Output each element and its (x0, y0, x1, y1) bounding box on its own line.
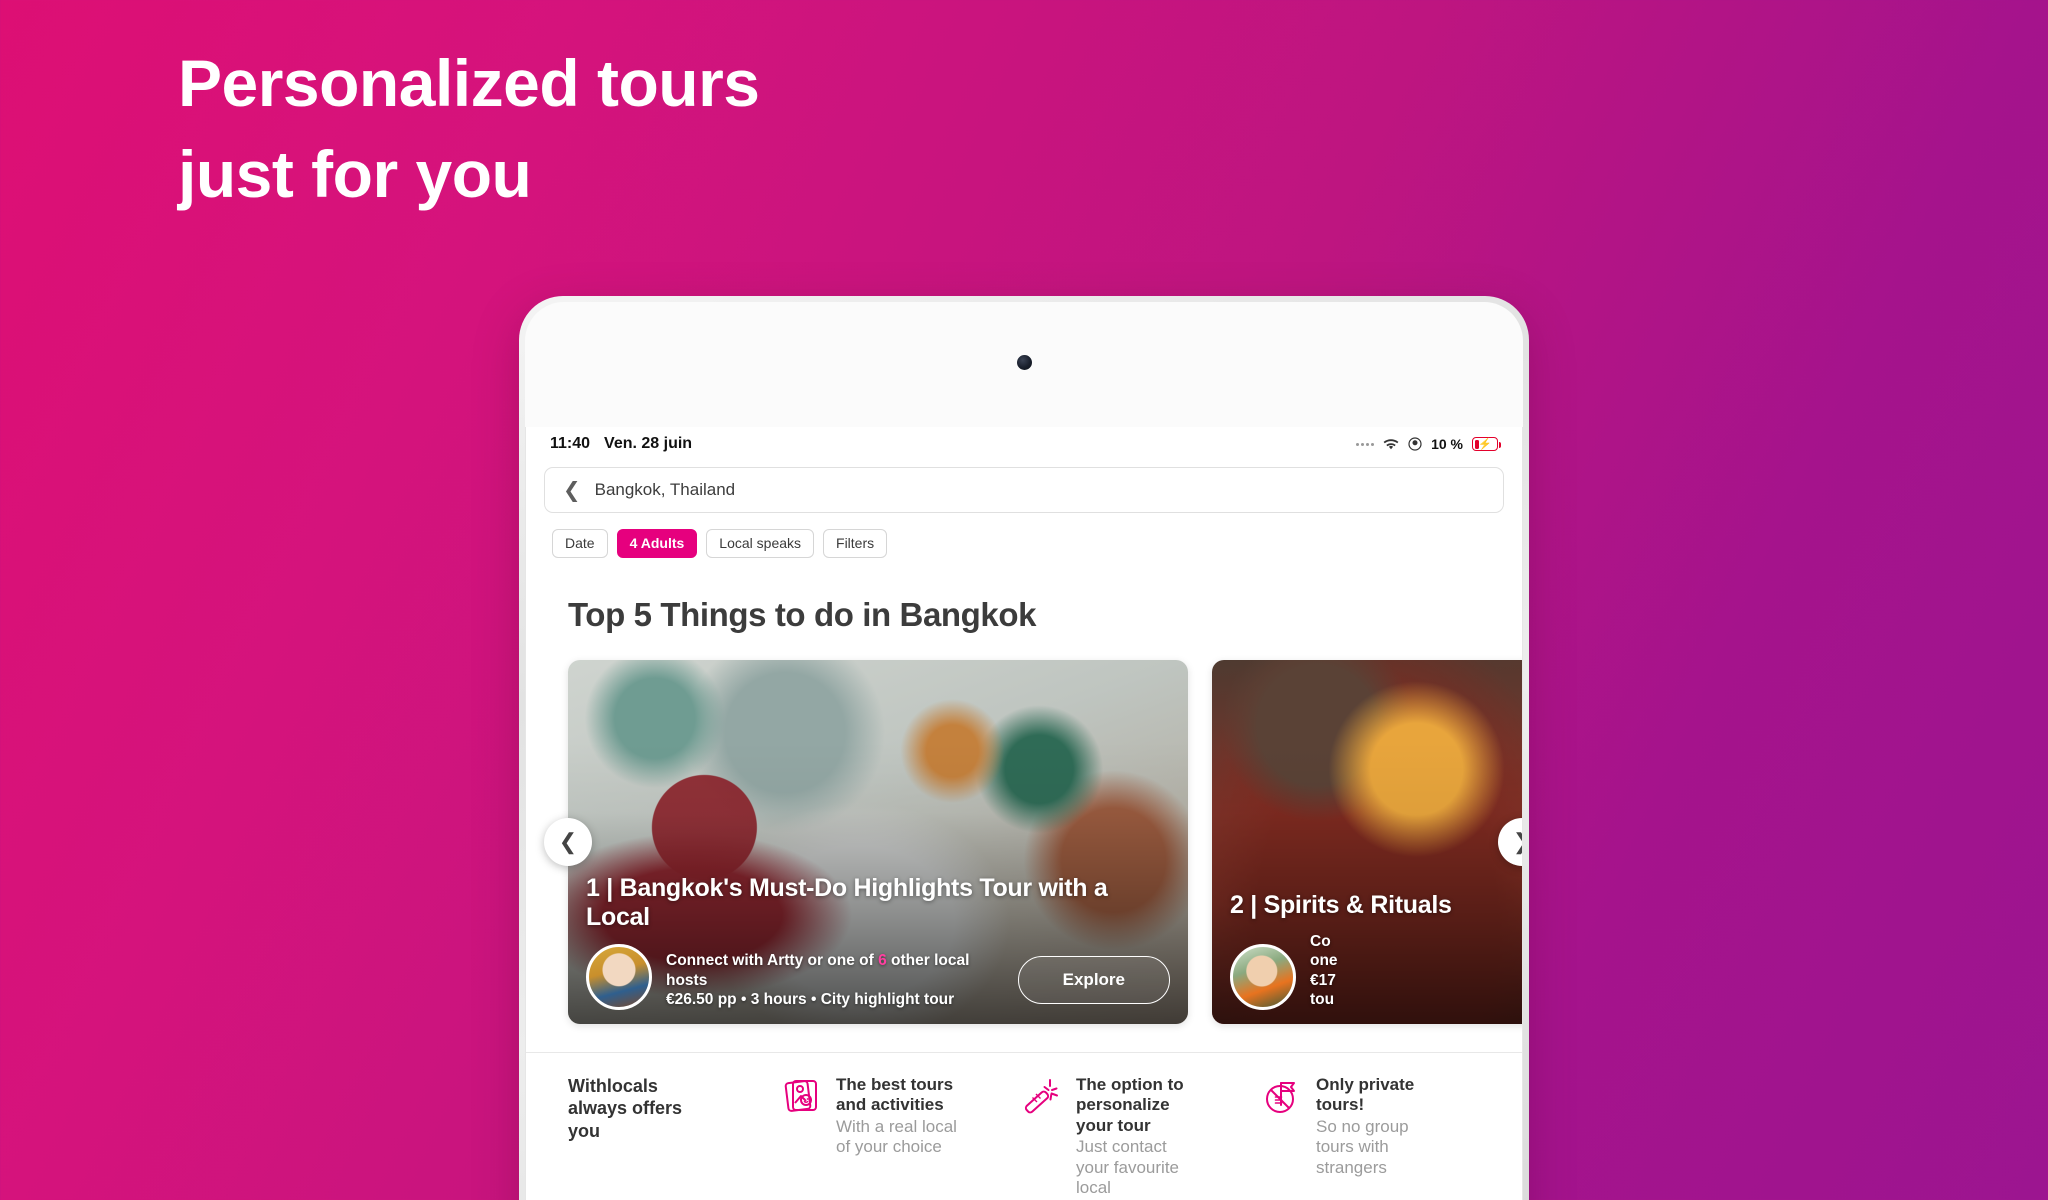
feature-item-personalize: The option to personalize your tour Just… (978, 1075, 1218, 1198)
feature-title: The best tours and activities (836, 1075, 954, 1115)
tour-card-price-meta: €17 (1310, 971, 1336, 989)
search-input[interactable]: ❮ Bangkok, Thailand (544, 467, 1504, 513)
front-camera-icon (1017, 355, 1032, 370)
filter-chip-filters[interactable]: Filters (823, 529, 888, 558)
tour-card-title: 1 | Bangkok's Must-Do Highlights Tour wi… (586, 874, 1108, 931)
tablet-screen-bezel: 11:40 Ven. 28 juin 10 % ⚡ ❮ Bangkok, Tha… (525, 302, 1523, 1200)
feature-title: The option to personalize your tour (1076, 1075, 1184, 1135)
search-location-value: Bangkok, Thailand (594, 480, 736, 499)
no-group-flag-icon (1266, 1082, 1295, 1113)
tours-carousel: ❮ ❯ 1 | Bangkok's Must-Do Highlights Tou… (526, 660, 1522, 1024)
feature-subtitle: Just contact your favourite local (1076, 1137, 1179, 1197)
status-bar: 11:40 Ven. 28 juin 10 % ⚡ (526, 427, 1522, 461)
host-avatar[interactable] (586, 944, 652, 1010)
features-lead: Withlocals always offers you (526, 1075, 738, 1198)
app-screen: 11:40 Ven. 28 juin 10 % ⚡ ❮ Bangkok, Tha… (525, 427, 1523, 1200)
photo-cards-icon (784, 1080, 817, 1112)
tour-card-price-meta: €26.50 pp • 3 hours • City highlight tou… (666, 991, 955, 1009)
feature-title: Only private tours! (1316, 1075, 1415, 1115)
tour-card-price-meta-2: tou (1310, 991, 1335, 1009)
tour-card-hosts-line2: one (1310, 952, 1338, 970)
status-time: 11:40 (550, 435, 591, 452)
location-icon (1408, 437, 1422, 451)
features-strip: Withlocals always offers you The best to… (526, 1052, 1522, 1199)
tour-card-hosts: Connect with Artty or one of 6 other loc… (666, 951, 1004, 990)
battery-percent-label: 10 % (1431, 436, 1463, 452)
chevron-left-icon[interactable]: ❮ (563, 480, 581, 501)
tour-card[interactable]: 2 | Spirits & Rituals Co one €17 tou (1212, 660, 1522, 1024)
section-heading: Top 5 Things to do in Bangkok (526, 558, 1522, 634)
feature-item-best-tours: The best tours and activities With a rea… (738, 1075, 978, 1198)
filter-chip-guests[interactable]: 4 Adults (616, 529, 698, 558)
magic-wand-icon (1024, 1079, 1058, 1114)
status-date: Ven. 28 juin (604, 435, 693, 452)
carousel-prev-button[interactable]: ❮ (544, 818, 592, 866)
signal-dots-icon (1356, 442, 1375, 446)
filter-chip-local-speaks[interactable]: Local speaks (706, 529, 815, 558)
hosts-count: 6 (878, 952, 887, 970)
feature-subtitle: So no group tours with strangers (1316, 1116, 1409, 1177)
tour-card[interactable]: 1 | Bangkok's Must-Do Highlights Tour wi… (568, 660, 1188, 1024)
host-avatar[interactable] (1230, 944, 1296, 1010)
explore-button[interactable]: Explore (1017, 956, 1170, 1004)
battery-charging-icon: ⚡ (1472, 437, 1501, 451)
tour-card-hosts: Co (1310, 932, 1331, 950)
features-lead-title: Withlocals always offers you (568, 1076, 683, 1141)
hosts-prefix: Connect with Artty or one of (666, 952, 879, 970)
filter-chip-date[interactable]: Date (552, 529, 608, 558)
feature-item-private-tours: Only private tours! So no group tours wi… (1218, 1075, 1458, 1198)
tour-card-title: 2 | Spirits & Rituals (1230, 890, 1452, 919)
feature-subtitle: With a real local of your choice (836, 1116, 957, 1157)
filter-chip-bar: Date 4 Adults Local speaks Filters (526, 513, 1522, 558)
tablet-device-frame: 11:40 Ven. 28 juin 10 % ⚡ ❮ Bangkok, Tha… (519, 296, 1529, 1200)
wifi-icon (1383, 438, 1399, 449)
page-title: Personalized tours just for you (178, 46, 760, 212)
